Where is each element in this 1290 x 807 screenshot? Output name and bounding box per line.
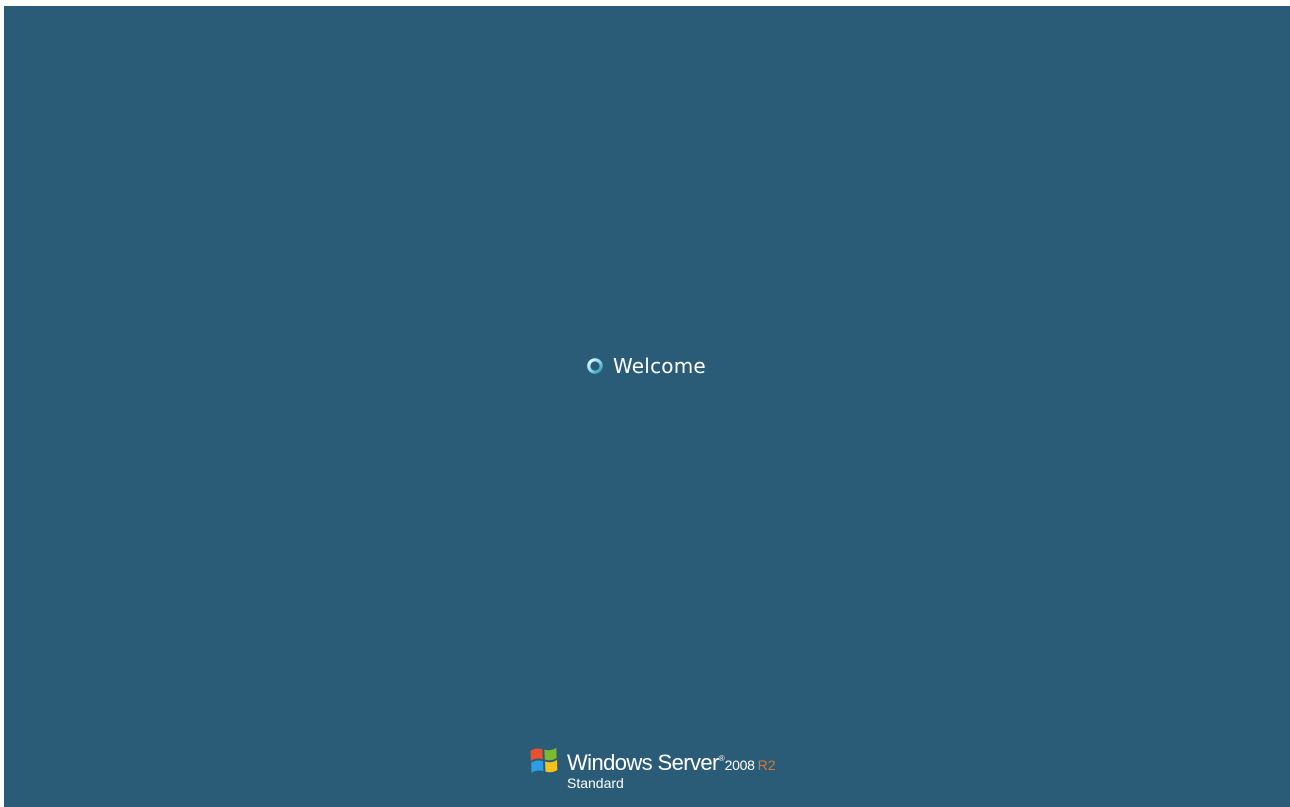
busy-spinner-icon [587, 358, 603, 374]
product-version: 2008 [724, 757, 755, 773]
product-title: Windows Server [567, 750, 719, 775]
product-branding: Windows Server®2008 R2 Standard [526, 740, 786, 800]
product-edition: Standard [567, 775, 624, 791]
welcome-status: Welcome [586, 352, 706, 380]
welcome-message: Welcome [613, 354, 706, 378]
logon-screen: Welcome Windows Server®2008 R2 Standard [4, 6, 1290, 807]
product-release: R2 [757, 757, 776, 773]
windows-flag-icon [530, 747, 558, 773]
